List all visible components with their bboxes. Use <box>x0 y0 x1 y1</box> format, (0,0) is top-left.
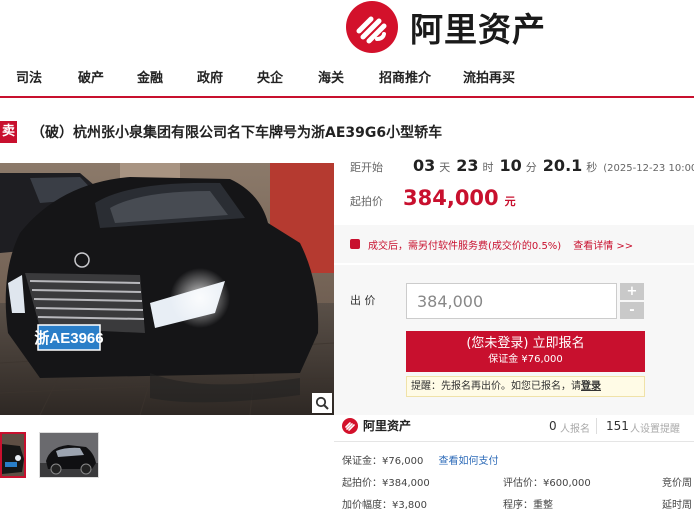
site-logo[interactable]: 阿里资产 <box>346 1 546 53</box>
countdown-days: 03 <box>413 156 436 175</box>
countdown-label: 距开始 <box>350 161 383 174</box>
reminder-count: 151 <box>606 419 629 433</box>
increment-value: ¥3,800 <box>392 500 427 511</box>
auction-start-time: (2025-12-23 10:00开拍) <box>603 163 694 174</box>
countdown-minutes: 10 <box>499 156 522 175</box>
sale-tag: 卖 <box>0 121 17 143</box>
service-fee-notice: 成交后，需另付软件服务费(成交价的0.5%) 查看详情 >> <box>334 225 694 263</box>
nav-item-investment[interactable]: 招商推介 <box>379 60 431 98</box>
bid-period-label: 竞价周 <box>662 478 692 489</box>
nav-item-central-enterprise[interactable]: 央企 <box>257 60 283 98</box>
start-price-value: 384,000 <box>403 186 499 210</box>
thumbnail-strip <box>0 432 99 478</box>
thumbnail-side[interactable] <box>39 432 99 478</box>
nav-item-customs[interactable]: 海关 <box>318 60 344 98</box>
login-reminder: 提醒：先报名再出价。如您已报名，请登录 <box>406 376 645 397</box>
login-link[interactable]: 登录 <box>581 381 601 392</box>
register-button-label: (您未登录) 立即报名 <box>466 336 585 351</box>
stats-divider <box>596 418 597 434</box>
logo-text: 阿里资产 <box>410 10 546 49</box>
detail-start-price-label: 起拍价： <box>342 478 382 489</box>
deposit-label: 保证金： <box>342 456 382 467</box>
ali-assets-small-logo-icon <box>342 417 358 434</box>
nav-item-finance[interactable]: 金融 <box>137 60 163 98</box>
detail-start-price: 起拍价：¥384,000 <box>342 474 430 489</box>
main-vehicle-image[interactable]: 浙AE3966 <box>0 163 334 415</box>
reminder-text: 提醒：先报名再出价。如您已报名，请 <box>411 381 581 392</box>
countdown-minutes-unit: 分 <box>525 161 537 174</box>
deposit-value: ¥76,000 <box>382 456 424 467</box>
registrant-count-label: 人报名 <box>560 424 590 435</box>
start-price-unit: 元 <box>504 195 516 208</box>
countdown-hours: 23 <box>456 156 479 175</box>
procedure-label: 程序： <box>503 500 533 511</box>
how-to-pay-link[interactable]: 查看如何支付 <box>439 456 499 467</box>
fee-details-link[interactable]: 查看详情 >> <box>573 237 633 252</box>
main-nav: 司法 破产 金融 政府 央企 海关 招商推介 流拍再买 <box>0 60 694 98</box>
countdown-seconds-unit: 秒 <box>586 161 598 174</box>
license-plate-text: 浙AE3966 <box>34 329 103 347</box>
bid-decrease-button[interactable]: - <box>620 302 644 319</box>
countdown-days-unit: 天 <box>439 161 451 174</box>
delay-period-label: 延时周 <box>662 500 692 511</box>
zoom-icon[interactable] <box>312 393 332 413</box>
deposit-row: 保证金：¥76,000 查看如何支付 <box>342 452 499 467</box>
bid-increase-button[interactable]: + <box>620 283 644 300</box>
register-button[interactable]: (您未登录) 立即报名 保证金 ¥76,000 <box>406 331 645 372</box>
nav-item-government[interactable]: 政府 <box>197 60 223 98</box>
countdown-seconds: 20.1 <box>542 156 583 175</box>
start-price-row: 起拍价 384,000 元 <box>350 186 516 214</box>
nav-item-relist[interactable]: 流拍再买 <box>463 60 515 98</box>
stats-bar: 阿里资产 0 人报名 151 人设置提醒 <box>334 410 694 442</box>
evaluation-price-label: 评估价： <box>503 478 543 489</box>
fee-bag-icon <box>350 239 360 249</box>
ali-assets-logo-icon <box>346 1 398 53</box>
bid-amount-input[interactable] <box>406 283 617 319</box>
detail-evaluation-price: 评估价：¥600,000 <box>503 474 591 489</box>
evaluation-price-value: ¥600,000 <box>543 478 591 489</box>
service-fee-text: 成交后，需另付软件服务费(成交价的0.5%) <box>368 240 562 252</box>
nav-item-bankruptcy[interactable]: 破产 <box>78 60 104 98</box>
bid-label: 出 价 <box>350 294 376 307</box>
sub-logo-text: 阿里资产 <box>363 419 412 433</box>
registrant-count: 0 <box>549 419 557 433</box>
detail-start-price-value: ¥384,000 <box>382 478 430 489</box>
increment-label: 加价幅度： <box>342 500 392 511</box>
register-deposit-label: 保证金 ¥76,000 <box>488 354 563 365</box>
detail-procedure: 程序：重整 <box>503 496 553 511</box>
thumbnail-front[interactable] <box>0 432 26 478</box>
reminder-count-label: 人设置提醒 <box>630 424 680 435</box>
detail-increment: 加价幅度：¥3,800 <box>342 496 427 511</box>
auction-countdown: 距开始 03 天 23 时 10 分 20.1 秒 (2025-12-23 10… <box>350 156 694 182</box>
item-title: （破）杭州张小泉集团有限公司名下车牌号为浙AE39G6小型轿车 <box>31 125 443 141</box>
procedure-value: 重整 <box>533 500 553 511</box>
bid-panel: 出 价 + - (您未登录) 立即报名 保证金 ¥76,000 提醒：先报名再出… <box>334 265 694 415</box>
start-price-label: 起拍价 <box>350 195 383 208</box>
nav-item-judicial[interactable]: 司法 <box>16 60 42 98</box>
countdown-hours-unit: 时 <box>482 161 494 174</box>
sub-logo: 阿里资产 <box>342 417 411 434</box>
item-title-row: 卖 （破）杭州张小泉集团有限公司名下车牌号为浙AE39G6小型轿车 <box>0 117 442 147</box>
